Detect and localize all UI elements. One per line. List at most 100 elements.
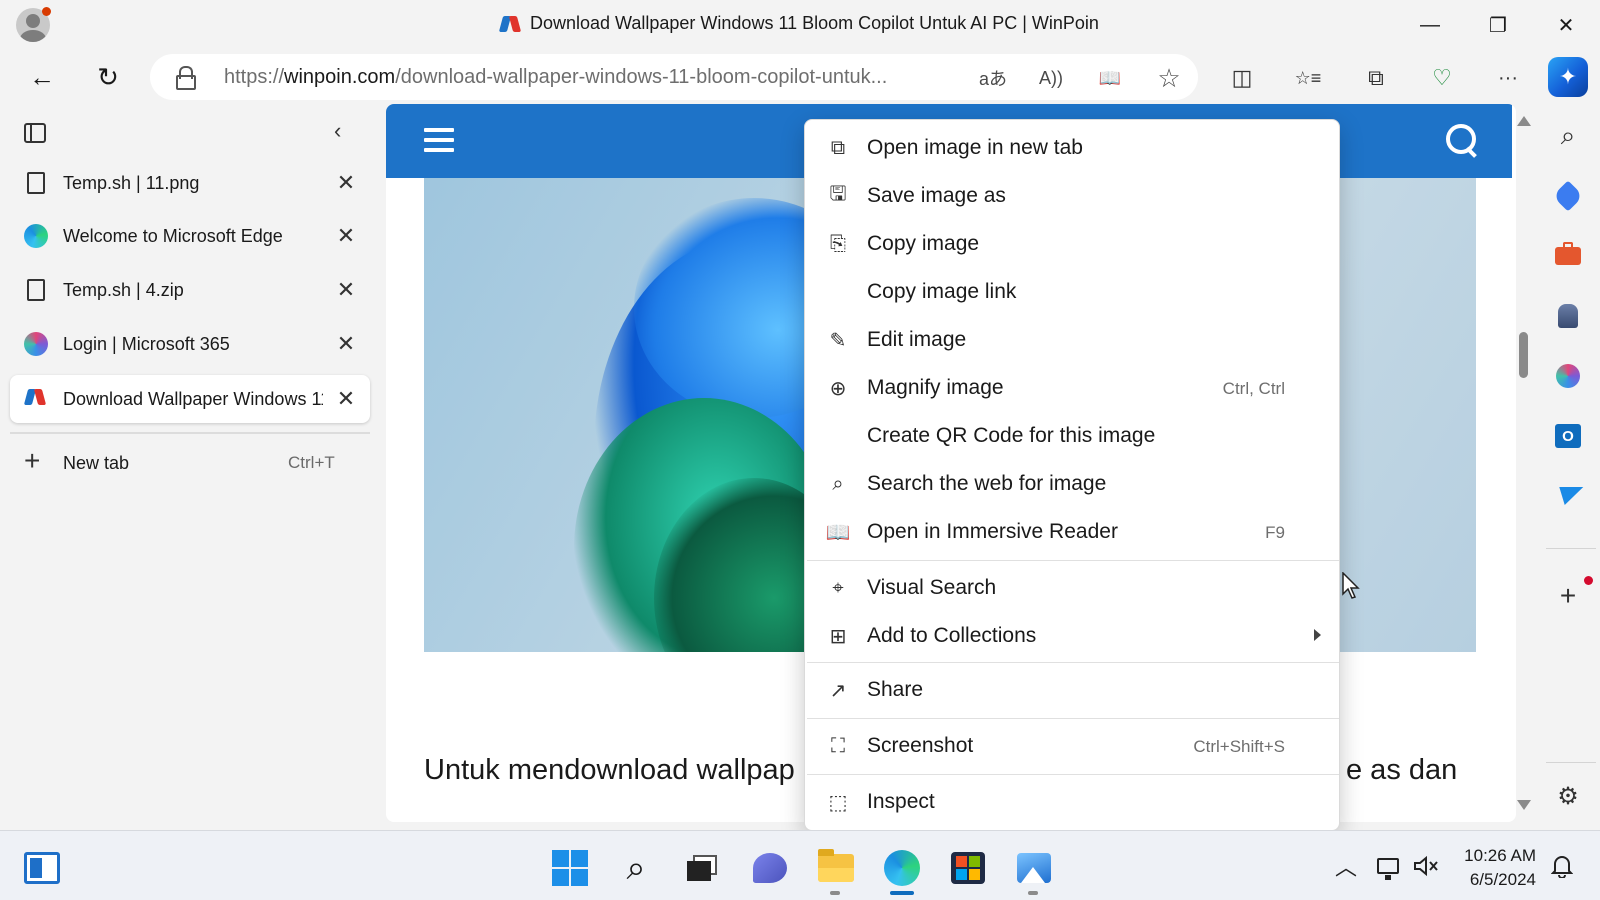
tabs-divider xyxy=(10,432,370,434)
taskbar xyxy=(0,830,1600,900)
tab-download-wallpaper[interactable]: Download Wallpaper Windows 11 Bloom Copi… xyxy=(10,375,370,423)
minimize-button[interactable]: — xyxy=(1410,8,1450,42)
collections-icon[interactable]: ⧉ xyxy=(1358,60,1394,96)
close-window-button[interactable]: ✕ xyxy=(1546,8,1586,42)
immersive-reader-icon[interactable]: 📖 xyxy=(1095,63,1125,93)
inspect-icon: ⬚ xyxy=(828,791,848,814)
menu-item-shortcut: F9 xyxy=(1265,523,1285,542)
address-bar[interactable]: https://winpoin.com/download-wallpaper-w… xyxy=(150,54,1198,100)
menu-item-inspect[interactable]: ⬚ Inspect xyxy=(805,778,1341,824)
tab-label: Login | Microsoft 365 xyxy=(63,334,230,354)
menu-item-save-image-as[interactable]: 🖫 Save image as xyxy=(805,172,1341,218)
copilot-icon[interactable]: ✦ xyxy=(1548,57,1588,97)
microsoft-store-icon[interactable] xyxy=(946,846,990,890)
site-search-icon[interactable] xyxy=(1446,124,1480,158)
menu-item-label: Add to Collections xyxy=(867,624,1037,647)
close-tab-icon[interactable]: ✕ xyxy=(332,169,360,197)
new-tab-button[interactable]: + New tab Ctrl+T xyxy=(10,443,370,483)
share-icon: ↗ xyxy=(829,679,847,702)
teams-chat-icon[interactable] xyxy=(748,846,792,890)
add-sidebar-app-icon[interactable]: + xyxy=(1552,580,1584,612)
magnify-icon: ⊕ xyxy=(829,377,847,400)
favorites-icon[interactable]: ☆≡ xyxy=(1290,60,1326,96)
collapse-panel-chevron-icon[interactable]: ‹ xyxy=(334,118,358,143)
collections-icon: ⊞ xyxy=(829,625,847,648)
menu-item-magnify-image[interactable]: ⊕ Magnify image Ctrl, Ctrl xyxy=(805,364,1341,410)
menu-item-open-immersive-reader[interactable]: 📖 Open in Immersive Reader F9 xyxy=(805,508,1341,554)
widgets-icon[interactable] xyxy=(20,846,64,890)
menu-item-label: Edit image xyxy=(867,328,967,351)
profile-notification-dot xyxy=(42,7,51,16)
menu-item-visual-search[interactable]: ⌖ Visual Search xyxy=(805,564,1341,610)
tab-label: Temp.sh | 4.zip xyxy=(63,280,184,300)
menu-separator xyxy=(807,662,1339,663)
menu-item-add-to-collections[interactable]: ⊞ Add to Collections xyxy=(805,612,1341,658)
task-view-icon[interactable] xyxy=(680,846,724,890)
translate-icon[interactable]: aあ xyxy=(978,63,1008,93)
split-screen-icon[interactable]: ◫ xyxy=(1224,60,1260,96)
scroll-down-arrow[interactable] xyxy=(1517,800,1531,810)
close-tab-icon[interactable]: ✕ xyxy=(332,276,360,304)
close-tab-icon[interactable]: ✕ xyxy=(332,222,360,250)
outlook-icon[interactable]: O xyxy=(1552,420,1584,452)
shopping-tag-icon[interactable] xyxy=(1552,180,1584,212)
menu-item-copy-image[interactable]: ⎘ Copy image xyxy=(805,220,1341,266)
drop-send-icon[interactable] xyxy=(1552,480,1584,512)
tab-welcome-edge[interactable]: Welcome to Microsoft Edge ✕ xyxy=(10,212,370,260)
close-tab-icon[interactable]: ✕ xyxy=(332,330,360,358)
immersive-reader-icon: 📖 xyxy=(825,521,851,544)
plus-icon: + xyxy=(24,445,41,476)
menu-item-create-qr-code[interactable]: Create QR Code for this image xyxy=(805,412,1341,458)
menu-item-copy-image-link[interactable]: Copy image link xyxy=(805,268,1341,314)
file-explorer-icon[interactable] xyxy=(814,846,858,890)
sidebar-search-icon[interactable]: ⌕ xyxy=(1552,120,1584,152)
back-button[interactable]: ← xyxy=(22,57,62,97)
taskbar-clock[interactable]: 10:26 AM 6/5/2024 xyxy=(1454,844,1536,892)
menu-item-open-image-new-tab[interactable]: ⧉ Open image in new tab xyxy=(805,124,1341,170)
menu-item-screenshot[interactable]: ⛶ Screenshot Ctrl+Shift+S xyxy=(805,722,1341,768)
tab-temp-11-png[interactable]: Temp.sh | 11.png ✕ xyxy=(10,159,370,207)
sidebar-settings-gear-icon[interactable]: ⚙ xyxy=(1552,780,1584,812)
file-icon xyxy=(24,171,48,195)
scroll-up-arrow[interactable] xyxy=(1517,116,1531,126)
photos-icon[interactable] xyxy=(1012,846,1056,890)
close-tab-icon[interactable]: ✕ xyxy=(332,385,360,413)
favorite-star-icon[interactable]: ☆ xyxy=(1154,63,1184,93)
explorer-running-indicator xyxy=(830,891,840,895)
tab-temp-4-zip[interactable]: Temp.sh | 4.zip ✕ xyxy=(10,266,370,314)
menu-item-search-web-for-image[interactable]: ⌕ Search the web for image xyxy=(805,460,1341,506)
window-title-area: Download Wallpaper Windows 11 Bloom Copi… xyxy=(498,13,1099,34)
screenshot-icon: ⛶ xyxy=(831,734,845,757)
edge-icon xyxy=(24,224,48,248)
volume-muted-icon[interactable] xyxy=(1412,852,1440,880)
open-new-tab-icon: ⧉ xyxy=(830,136,846,159)
url-text[interactable]: https://winpoin.com/download-wallpaper-w… xyxy=(224,66,887,89)
lock-icon[interactable] xyxy=(176,66,196,90)
start-windows-icon[interactable] xyxy=(548,846,592,890)
notification-bell-icon[interactable] xyxy=(1548,852,1576,880)
menu-item-shortcut: Ctrl, Ctrl xyxy=(1222,379,1285,398)
m365-icon xyxy=(24,332,48,356)
edge-taskbar-icon[interactable] xyxy=(880,846,924,890)
network-icon[interactable] xyxy=(1374,852,1402,880)
read-aloud-icon[interactable]: A)) xyxy=(1036,63,1066,93)
tray-chevron-up-icon[interactable]: ︿ xyxy=(1332,852,1360,880)
restore-button[interactable]: ❐ xyxy=(1478,8,1518,42)
menu-item-edit-image[interactable]: ✎ Edit image xyxy=(805,316,1341,362)
sidebar-notification-dot xyxy=(1584,576,1593,585)
hamburger-menu-icon[interactable] xyxy=(424,128,454,152)
tab-login-m365[interactable]: Login | Microsoft 365 ✕ xyxy=(10,320,370,368)
menu-separator xyxy=(807,774,1339,775)
browser-essentials-icon[interactable]: ♡ xyxy=(1424,60,1460,96)
games-chess-icon[interactable] xyxy=(1552,300,1584,332)
tools-toolbox-icon[interactable] xyxy=(1552,240,1584,272)
menu-item-share[interactable]: ↗ Share xyxy=(805,666,1341,712)
sidebar-separator xyxy=(1546,548,1596,549)
scrollbar-thumb[interactable] xyxy=(1519,332,1528,378)
tab-actions-icon[interactable] xyxy=(24,123,46,143)
winpoin-icon xyxy=(23,387,48,411)
refresh-button[interactable]: ↻ xyxy=(88,57,128,97)
taskbar-search-icon[interactable]: ⌕ xyxy=(614,846,658,890)
microsoft365-icon[interactable] xyxy=(1552,360,1584,392)
more-options-icon[interactable]: ··· xyxy=(1490,60,1526,96)
